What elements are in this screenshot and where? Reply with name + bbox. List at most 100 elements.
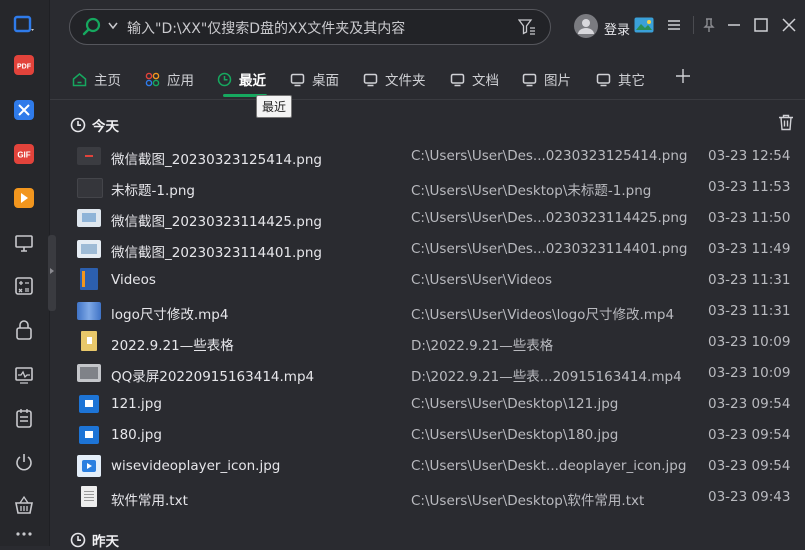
list-item[interactable]: 微信截图_20230323125414.png C:\Users\User\De… — [50, 140, 805, 171]
home-icon — [72, 72, 87, 86]
avatar[interactable] — [574, 14, 598, 38]
file-name: 微信截图_20230323114401.png — [111, 245, 322, 261]
list-item[interactable]: 微信截图_20230323114401.png C:\Users\User\De… — [50, 233, 805, 264]
file-thumbnail-icon — [77, 364, 101, 382]
file-thumbnail-icon — [77, 240, 101, 258]
file-time: 03-23 11:31 — [708, 272, 791, 288]
pdf-icon[interactable]: PDF — [12, 53, 36, 77]
filter-icon[interactable] — [518, 19, 536, 35]
search-input[interactable]: 输入"D:\XX"仅搜索D盘的XX文件夹及其内容 — [127, 18, 405, 38]
file-time: 03-23 12:54 — [708, 148, 791, 164]
section-header-yesterday: 昨天 — [70, 530, 119, 550]
file-path: C:\Users\User\Des...0230323125414.png — [411, 148, 688, 164]
gif-icon[interactable]: GIF — [12, 142, 36, 166]
list-item[interactable]: 180.jpg C:\Users\User\Desktop\180.jpg 03… — [50, 419, 805, 450]
list-item[interactable]: wisevideoplayer_icon.jpg C:\Users\User\D… — [50, 450, 805, 481]
apps-icon — [145, 72, 160, 86]
file-name: 180.jpg — [111, 427, 162, 443]
close-icon[interactable] — [781, 17, 797, 33]
list-item[interactable]: Videos C:\Users\User\Videos 03-23 11:31 — [50, 264, 805, 295]
file-path: D:\2022.9.21—些表格 — [411, 338, 554, 354]
file-thumbnail-icon — [77, 455, 101, 477]
file-thumbnail-icon — [79, 395, 99, 413]
file-path: C:\Users\User\Desktop\180.jpg — [411, 427, 619, 443]
file-name: QQ录屏20220915163414.mp4 — [111, 369, 315, 385]
svg-text:GIF: GIF — [17, 151, 30, 160]
tab-label: 其它 — [618, 73, 645, 89]
window-app-icon[interactable] — [12, 12, 36, 36]
tab-label: 文档 — [472, 73, 499, 89]
list-item[interactable]: QQ录屏20220915163414.mp4 D:\2022.9.21—些表..… — [50, 357, 805, 388]
file-thumbnail-icon — [79, 426, 99, 444]
tab-recent[interactable]: 最近 — [217, 68, 266, 90]
tab-images[interactable]: 图片 — [522, 68, 571, 90]
main-panel: 输入"D:\XX"仅搜索D盘的XX文件夹及其内容 登录 主页 应用 最近 桌面 — [50, 0, 805, 550]
lock-icon[interactable] — [12, 318, 36, 342]
minimize-icon[interactable] — [726, 17, 742, 33]
vip-badge-icon[interactable] — [634, 17, 654, 33]
file-path: C:\Users\User\Deskt...deoplayer_icon.jpg — [411, 458, 687, 474]
file-path: C:\Users\User\Videos\logo尺寸修改.mp4 — [411, 307, 675, 323]
video-play-icon[interactable] — [12, 186, 36, 210]
file-time: 03-23 09:54 — [708, 427, 791, 443]
file-time: 03-23 11:49 — [708, 241, 791, 257]
file-name: Videos — [111, 272, 156, 288]
chevron-down-icon[interactable] — [108, 22, 118, 30]
search-icon[interactable] — [82, 17, 102, 37]
trash-icon[interactable] — [778, 114, 794, 131]
calculator-icon[interactable] — [12, 274, 36, 298]
section-header-today: 今天 — [70, 115, 119, 135]
file-time: 03-23 09:54 — [708, 458, 791, 474]
image-icon — [522, 73, 537, 86]
login-button[interactable]: 登录 — [604, 19, 630, 38]
list-item[interactable]: 121.jpg C:\Users\User\Desktop\121.jpg 03… — [50, 388, 805, 419]
svg-text:PDF: PDF — [17, 64, 32, 71]
file-thumbnail-icon — [77, 178, 103, 198]
clipboard-icon[interactable] — [12, 406, 36, 430]
power-icon[interactable] — [12, 450, 36, 474]
file-name: 微信截图_20230323114425.png — [111, 214, 322, 230]
desktop-icon — [290, 73, 305, 86]
folder-video-icon — [80, 268, 98, 290]
tab-folder[interactable]: 文件夹 — [363, 68, 426, 90]
folder-icon — [81, 331, 97, 351]
file-name: 未标题-1.png — [111, 183, 195, 199]
list-item[interactable]: logo尺寸修改.mp4 C:\Users\User\Videos\logo尺寸… — [50, 295, 805, 326]
tab-home[interactable]: 主页 — [72, 68, 121, 90]
menu-icon[interactable] — [666, 17, 682, 33]
file-path: C:\Users\User\Desktop\软件常用.txt — [411, 493, 645, 509]
tooltip: 最近 — [256, 95, 293, 118]
document-icon — [450, 73, 465, 86]
pin-icon[interactable] — [701, 17, 717, 33]
tab-other[interactable]: 其它 — [596, 68, 645, 90]
add-tab-icon[interactable] — [675, 68, 691, 84]
more-icon[interactable] — [12, 522, 36, 546]
list-item[interactable]: 未标题-1.png C:\Users\User\Desktop\未标题-1.pn… — [50, 171, 805, 202]
file-time: 03-23 09:54 — [708, 396, 791, 412]
file-time: 03-23 10:09 — [708, 334, 791, 350]
activity-monitor-icon[interactable] — [12, 363, 36, 387]
file-name: 微信截图_20230323125414.png — [111, 152, 322, 168]
maximize-icon[interactable] — [753, 17, 769, 33]
header-divider — [693, 16, 694, 34]
file-time: 03-23 11:31 — [708, 303, 791, 319]
text-file-icon — [81, 486, 97, 507]
file-path: D:\2022.9.21—些表...20915163414.mp4 — [411, 369, 682, 385]
tab-desktop[interactable]: 桌面 — [290, 68, 339, 90]
monitor-icon[interactable] — [12, 231, 36, 255]
tab-documents[interactable]: 文档 — [450, 68, 499, 90]
file-name: logo尺寸修改.mp4 — [111, 307, 229, 323]
translate-icon[interactable] — [12, 98, 36, 122]
list-item[interactable]: 2022.9.21—些表格 D:\2022.9.21—些表格 03-23 10:… — [50, 326, 805, 357]
file-path: C:\Users\User\Desktop\121.jpg — [411, 396, 619, 412]
list-item[interactable]: 软件常用.txt C:\Users\User\Desktop\软件常用.txt … — [50, 481, 805, 512]
basket-icon[interactable] — [12, 493, 36, 517]
file-thumbnail-icon — [77, 209, 101, 227]
list-item[interactable]: 微信截图_20230323114425.png C:\Users\User\De… — [50, 202, 805, 233]
file-path: C:\Users\User\Desktop\未标题-1.png — [411, 183, 652, 199]
file-time: 03-23 10:09 — [708, 365, 791, 381]
search-bar[interactable]: 输入"D:\XX"仅搜索D盘的XX文件夹及其内容 — [69, 9, 551, 45]
file-time: 03-23 09:43 — [708, 489, 791, 505]
file-time: 03-23 11:53 — [708, 179, 791, 195]
tab-apps[interactable]: 应用 — [145, 68, 194, 90]
